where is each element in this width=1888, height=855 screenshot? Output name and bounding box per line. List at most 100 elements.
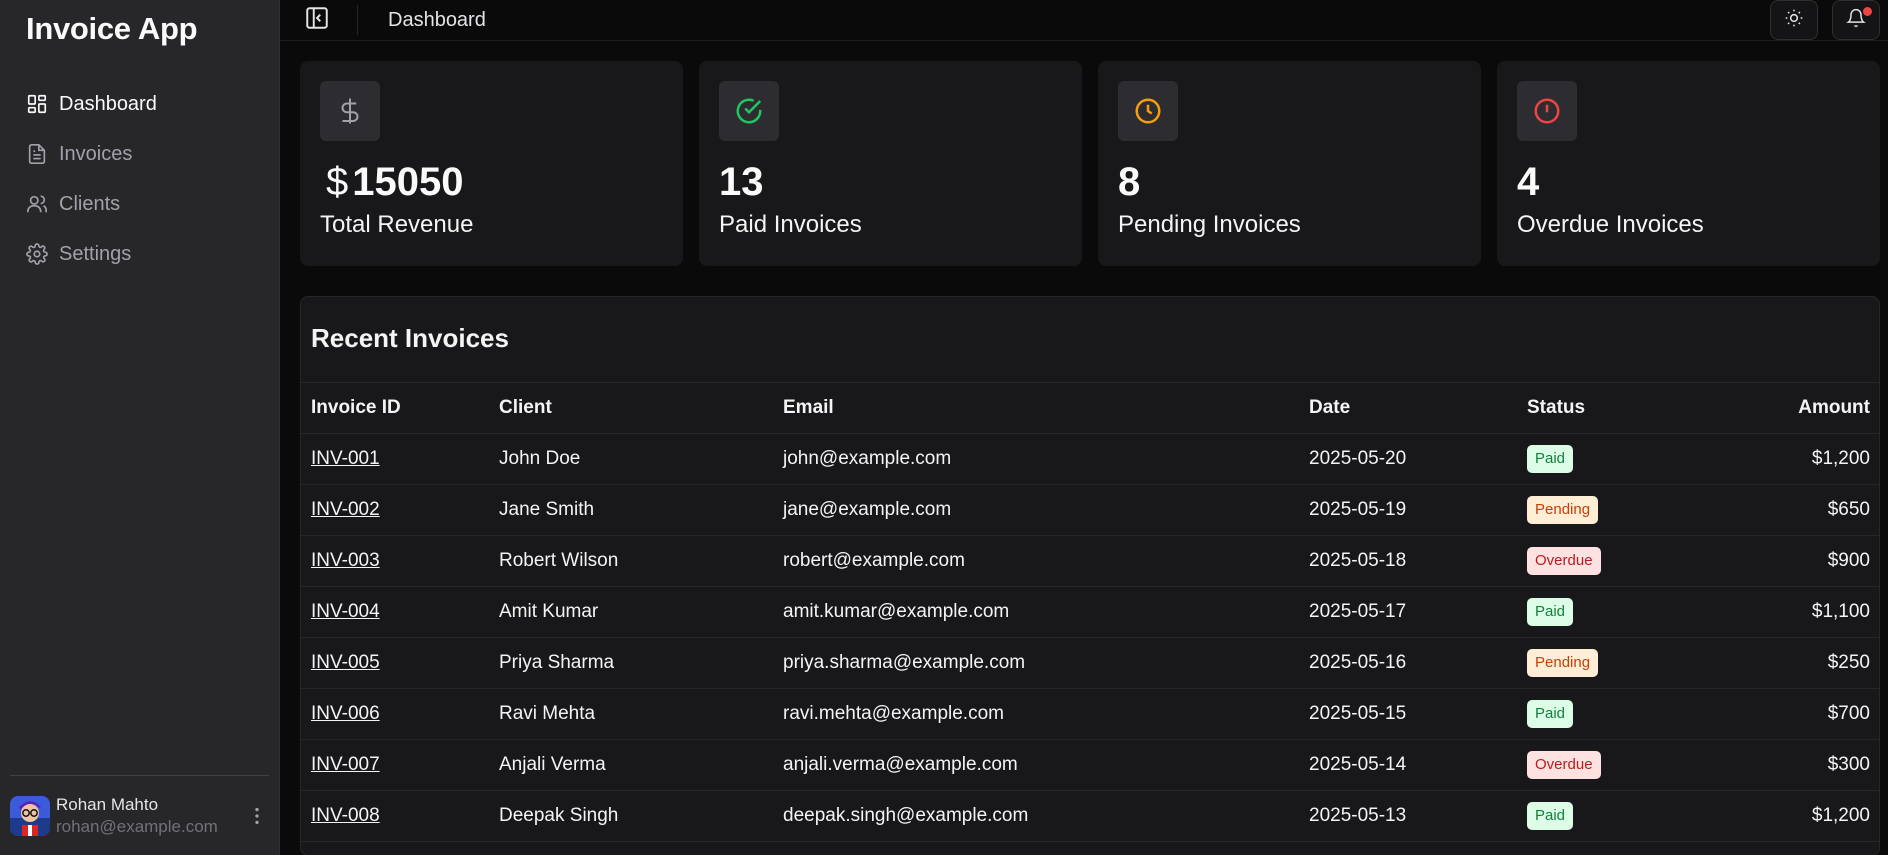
- cell-email: amit.kumar@example.com: [783, 601, 1010, 622]
- avatar: [10, 795, 50, 836]
- cell-invoice-id: INV-004: [301, 601, 499, 623]
- sidebar-item-clients[interactable]: Clients: [10, 182, 269, 226]
- invoice-link[interactable]: INV-001: [311, 448, 380, 469]
- stat-value: 8: [1118, 160, 1141, 204]
- invoice-link[interactable]: INV-002: [311, 499, 380, 520]
- header-divider: [357, 5, 358, 35]
- stat-label: Overdue Invoices: [1517, 211, 1704, 238]
- sidebar-item-invoices[interactable]: Invoices: [10, 132, 269, 176]
- cell-amount: $1,200: [1811, 805, 1870, 826]
- cell-client: Amit Kumar: [499, 601, 599, 622]
- cell-date: 2025-05-19: [1309, 499, 1407, 520]
- invoice-link[interactable]: INV-004: [311, 601, 380, 622]
- sidebar-item-dashboard[interactable]: Dashboard: [10, 82, 269, 126]
- sidebar-toggle-button[interactable]: [300, 3, 334, 37]
- alert-circle-icon: [1517, 81, 1577, 141]
- cell-amount: $300: [1827, 754, 1870, 775]
- theme-toggle-button[interactable]: [1770, 0, 1818, 40]
- column-header-date: Date: [1309, 397, 1351, 418]
- sidebar-item-label: Dashboard: [59, 92, 157, 115]
- cell-amount: $1,100: [1811, 601, 1870, 622]
- invoice-link[interactable]: INV-006: [311, 703, 380, 724]
- sidebar-item-label: Invoices: [59, 142, 133, 165]
- cell-status: Pending: [1527, 649, 1687, 677]
- table-header-row: Invoice ID Client Email Date Status Amou…: [301, 383, 1879, 434]
- table-row: INV-005 Priya Sharma priya.sharma@example.…: [301, 638, 1879, 689]
- top-bar: Dashboard: [280, 0, 1888, 41]
- column-header-amount: Amount: [1798, 397, 1870, 418]
- dashboard-content: $ 15050 Total Revenue 13 Paid Invoices 8…: [280, 41, 1888, 855]
- stat-value: 4: [1517, 160, 1540, 204]
- invoice-link[interactable]: INV-008: [311, 805, 380, 826]
- invoice-link[interactable]: INV-007: [311, 754, 380, 775]
- status-badge: Paid: [1527, 598, 1574, 626]
- notifications-button[interactable]: [1832, 0, 1880, 40]
- more-vertical-icon[interactable]: [245, 801, 269, 831]
- sidebar-item-settings[interactable]: Settings: [10, 232, 269, 276]
- stats-cards: $ 15050 Total Revenue 13 Paid Invoices 8…: [300, 61, 1880, 266]
- cell-email: jane@example.com: [783, 499, 952, 520]
- stat-label: Pending Invoices: [1118, 211, 1301, 238]
- stat-card-paid: 13 Paid Invoices: [699, 61, 1082, 266]
- cell-amount: $900: [1827, 550, 1870, 571]
- dollar-icon: [320, 81, 380, 141]
- cell-date: 2025-05-17: [1309, 601, 1407, 622]
- cell-invoice-id: INV-008: [301, 805, 499, 827]
- clock-icon: [1118, 81, 1178, 141]
- stat-card-revenue: $ 15050 Total Revenue: [300, 61, 683, 266]
- cell-status: Overdue: [1527, 751, 1687, 779]
- notification-dot: [1863, 7, 1872, 16]
- cell-invoice-id: INV-006: [301, 703, 499, 725]
- cell-client: Jane Smith: [499, 499, 595, 520]
- cell-amount: $250: [1827, 652, 1870, 673]
- cell-amount: $1,200: [1811, 448, 1870, 469]
- cell-amount: $700: [1827, 703, 1870, 724]
- sun-icon: [1784, 8, 1804, 33]
- cell-date: 2025-05-18: [1309, 550, 1407, 571]
- stat-value: 13: [719, 160, 764, 204]
- cell-email: deepak.singh@example.com: [783, 805, 1029, 826]
- cell-client: John Doe: [499, 448, 581, 469]
- sidebar-item-label: Settings: [59, 242, 132, 265]
- cell-email: robert@example.com: [783, 550, 965, 571]
- panel-left-icon: [304, 5, 330, 36]
- cell-date: 2025-05-14: [1309, 754, 1407, 775]
- table-row: INV-006 Ravi Mehta ravi.mehta@example.com 2…: [301, 689, 1879, 740]
- status-badge: Overdue: [1527, 751, 1601, 779]
- invoice-link[interactable]: INV-003: [311, 550, 380, 571]
- cell-invoice-id: INV-002: [301, 499, 499, 521]
- cell-invoice-id: INV-003: [301, 550, 499, 572]
- column-header-status: Status: [1527, 397, 1586, 418]
- status-badge: Paid: [1527, 700, 1574, 728]
- stat-card-pending: 8 Pending Invoices: [1098, 61, 1481, 266]
- table-row: INV-008 Deepak Singh deepak.singh@example.…: [301, 791, 1879, 842]
- gear-icon: [26, 243, 48, 265]
- status-badge: Overdue: [1527, 547, 1601, 575]
- cell-date: 2025-05-15: [1309, 703, 1407, 724]
- invoice-link[interactable]: INV-005: [311, 652, 380, 673]
- cell-status: Overdue: [1527, 547, 1687, 575]
- currency-symbol: $: [326, 160, 349, 204]
- stat-card-overdue: 4 Overdue Invoices: [1497, 61, 1880, 266]
- column-header-email: Email: [783, 397, 834, 418]
- status-badge: Paid: [1527, 445, 1574, 473]
- cell-date: 2025-05-13: [1309, 805, 1407, 826]
- sidebar: Invoice App Dashboard Invoices Clients S…: [0, 0, 280, 855]
- cell-status: Paid: [1527, 445, 1687, 473]
- cell-invoice-id: INV-007: [301, 754, 499, 776]
- table-row: INV-001 John Doe john@example.com 2025-05-2…: [301, 434, 1879, 485]
- table-title: Recent Invoices: [301, 297, 1879, 383]
- cell-client: Priya Sharma: [499, 652, 615, 673]
- stat-label: Paid Invoices: [719, 211, 862, 238]
- cell-client: Ravi Mehta: [499, 703, 596, 724]
- cell-email: ravi.mehta@example.com: [783, 703, 1004, 724]
- dashboard-icon: [26, 93, 48, 115]
- table-body: INV-001 John Doe john@example.com 2025-05-2…: [301, 434, 1879, 842]
- check-circle-icon: [719, 81, 779, 141]
- page-title: Dashboard: [388, 8, 486, 31]
- user-profile[interactable]: Rohan Mahto rohan@example.com: [10, 775, 269, 855]
- cell-invoice-id: INV-001: [301, 448, 499, 470]
- user-name: Rohan Mahto: [56, 794, 159, 814]
- status-badge: Pending: [1527, 496, 1599, 524]
- app-title: Invoice App: [26, 11, 198, 46]
